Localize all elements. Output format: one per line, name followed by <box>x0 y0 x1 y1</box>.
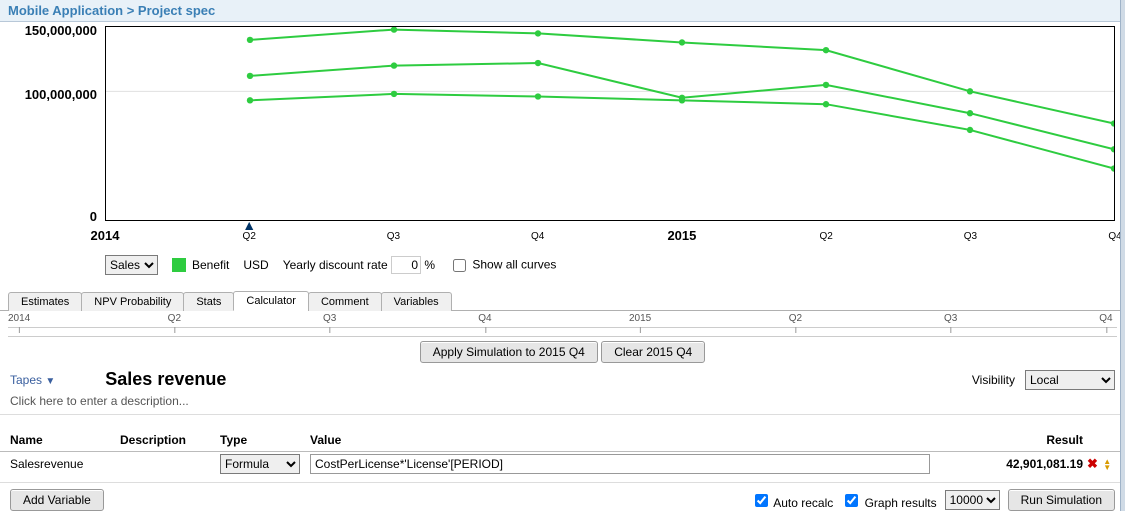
col-header-value: Value <box>310 433 953 447</box>
ytick-150m: 150,000,000 <box>25 23 97 38</box>
clear-simulation-button[interactable]: Clear 2015 Q4 <box>601 341 705 363</box>
legend-swatch-icon <box>172 258 186 272</box>
legend-label: Benefit <box>192 258 229 272</box>
breadcrumb-sep: > <box>127 3 135 18</box>
run-simulation-button[interactable]: Run Simulation <box>1008 489 1115 511</box>
tab-stats[interactable]: Stats <box>183 292 234 311</box>
series-select[interactable]: Sales <box>105 255 158 275</box>
col-header-name: Name <box>10 433 120 447</box>
chart-area: 150,000,000 100,000,000 0 ▲ 2014 Q2 Q3 Q… <box>0 22 1125 287</box>
discount-suffix: % <box>424 258 435 272</box>
calculator-timeline[interactable]: 2014 Q2 Q3 Q4 2015 Q2 Q3 Q4 <box>8 311 1117 337</box>
variables-header: Name Description Type Value Result <box>0 429 1125 452</box>
sim-buttons: Apply Simulation to 2015 Q4 Clear 2015 Q… <box>0 337 1125 367</box>
chart-x-axis: ▲ 2014 Q2 Q3 Q4 2015 Q2 Q3 Q4 <box>105 221 1115 251</box>
xtick-q3b: Q3 <box>964 231 977 242</box>
chart-plot: 150,000,000 100,000,000 0 <box>105 26 1115 221</box>
variable-row: Salesrevenue Formula 42,901,081.19 ✖ <box>0 452 1125 476</box>
tl-tick: 2015 <box>629 313 651 324</box>
chart-lines <box>106 27 1114 220</box>
tl-tick: Q2 <box>168 313 181 324</box>
iterations-select[interactable]: 10000 <box>945 490 1000 510</box>
var-value-input[interactable] <box>310 454 930 474</box>
graph-results-checkbox[interactable] <box>845 494 858 507</box>
chart-y-axis: 150,000,000 100,000,000 0 <box>16 27 101 220</box>
tape-title: Sales revenue <box>105 369 226 390</box>
var-result-cell: 42,901,081.19 <box>953 457 1083 471</box>
xtick-2014: 2014 <box>91 228 120 243</box>
tl-tick: Q3 <box>944 313 957 324</box>
xtick-q2a: Q2 <box>243 231 256 242</box>
col-header-result: Result <box>953 433 1083 447</box>
ytick-100m: 100,000,000 <box>25 87 97 102</box>
tab-comment[interactable]: Comment <box>308 292 382 311</box>
delete-icon[interactable]: ✖ <box>1087 456 1098 471</box>
tl-tick: Q2 <box>789 313 802 324</box>
breadcrumb-link-a[interactable]: Mobile Application <box>8 3 123 18</box>
tl-tick: Q4 <box>1099 313 1112 324</box>
tl-tick: Q3 <box>323 313 336 324</box>
ytick-0: 0 <box>90 209 97 224</box>
xtick-q4a: Q4 <box>531 231 544 242</box>
graph-results-label: Graph results <box>865 496 937 510</box>
auto-recalc-label: Auto recalc <box>773 496 833 510</box>
tab-estimates[interactable]: Estimates <box>8 292 82 311</box>
tab-variables[interactable]: Variables <box>381 292 452 311</box>
tl-tick: 2014 <box>8 313 30 324</box>
show-all-curves-checkbox[interactable] <box>453 259 466 272</box>
var-type-select[interactable]: Formula <box>220 454 300 474</box>
tabs-row: Estimates NPV Probability Stats Calculat… <box>0 287 1125 311</box>
xtick-q3a: Q3 <box>387 231 400 242</box>
apply-simulation-button[interactable]: Apply Simulation to 2015 Q4 <box>420 341 598 363</box>
reorder-icon[interactable] <box>1103 459 1113 471</box>
visibility-label: Visibility <box>972 373 1015 387</box>
tl-tick: Q4 <box>478 313 491 324</box>
footer-row: Add Variable Auto recalc Graph results 1… <box>0 482 1125 517</box>
chevron-down-icon: ▼ <box>45 376 55 387</box>
show-all-curves-label: Show all curves <box>472 257 556 271</box>
add-variable-button[interactable]: Add Variable <box>10 489 104 511</box>
tapes-row: Tapes ▼ Sales revenue Visibility Local <box>0 367 1125 392</box>
chart-controls: Sales Benefit USD Yearly discount rate %… <box>105 251 1115 283</box>
window-right-border <box>1120 0 1125 511</box>
tape-description-input[interactable]: Click here to enter a description... <box>0 392 1125 415</box>
xtick-2015: 2015 <box>667 228 696 243</box>
breadcrumb-link-b[interactable]: Project spec <box>138 3 215 18</box>
var-name-cell[interactable]: Salesrevenue <box>10 457 120 471</box>
discount-input[interactable] <box>391 256 421 274</box>
tab-calculator[interactable]: Calculator <box>233 291 309 311</box>
tab-npv-probability[interactable]: NPV Probability <box>81 292 184 311</box>
tapes-dropdown[interactable]: Tapes ▼ <box>10 373 55 387</box>
discount-label: Yearly discount rate <box>283 258 388 272</box>
visibility-select[interactable]: Local <box>1025 370 1115 390</box>
col-header-desc: Description <box>120 433 220 447</box>
col-header-type: Type <box>220 433 310 447</box>
breadcrumb: Mobile Application > Project spec <box>0 0 1125 22</box>
xtick-q2b: Q2 <box>819 231 832 242</box>
currency-label: USD <box>243 258 268 272</box>
auto-recalc-checkbox[interactable] <box>755 494 768 507</box>
